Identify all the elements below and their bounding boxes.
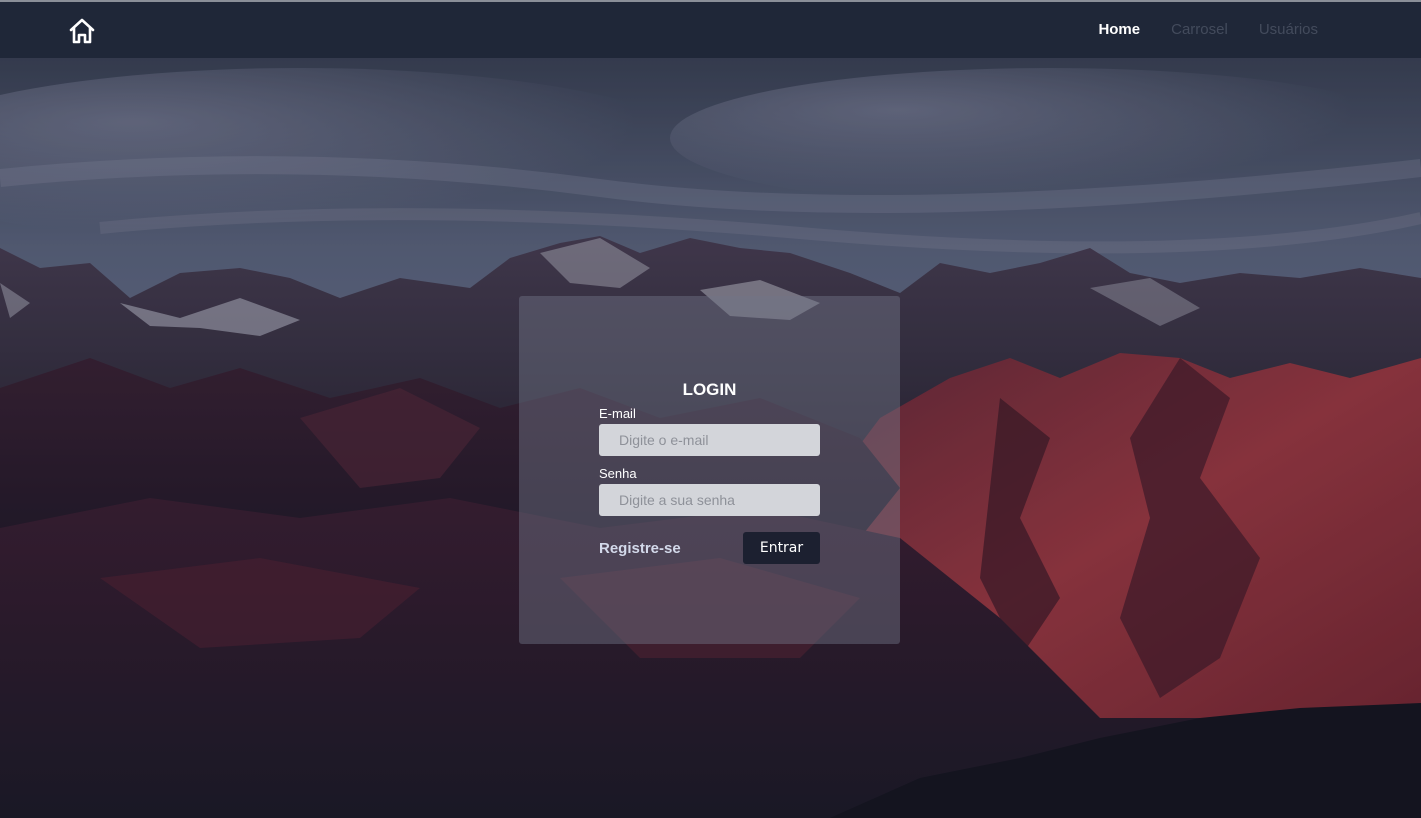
nav-links: Home Carrosel Usuários [1098,21,1318,38]
top-navbar: Home Carrosel Usuários [0,0,1421,58]
register-link[interactable]: Registre-se [599,540,681,557]
nav-link-carrosel[interactable]: Carrosel [1171,21,1228,38]
password-input[interactable] [599,484,820,516]
password-label: Senha [599,466,637,481]
home-icon[interactable] [68,18,96,44]
nav-link-usuarios[interactable]: Usuários [1259,21,1318,38]
email-input[interactable] [599,424,820,456]
email-label: E-mail [599,406,636,421]
page: Home Carrosel Usuários LOGIN E-mail Digi… [0,0,1421,818]
login-title: LOGIN [682,380,737,399]
login-card: LOGIN E-mail Senha Registre-se Entrar [519,296,900,644]
enter-button[interactable]: Entrar [743,532,820,564]
nav-link-home[interactable]: Home [1098,21,1140,38]
